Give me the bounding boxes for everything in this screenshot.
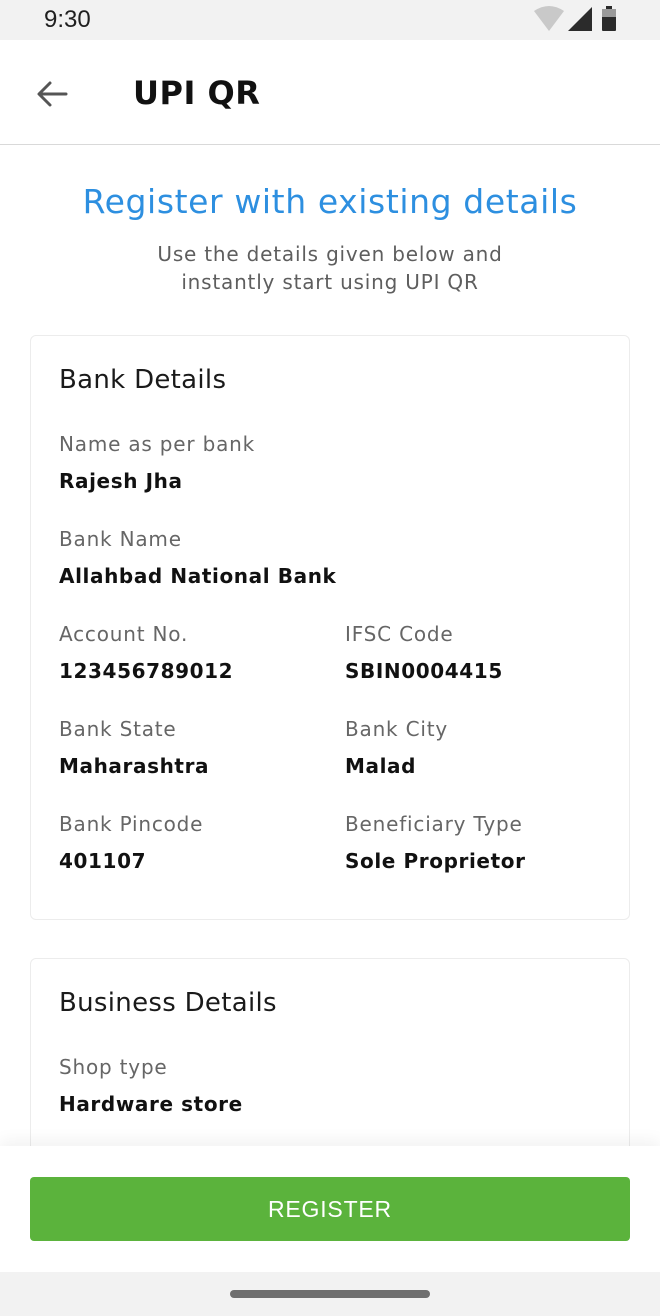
status-bar: 9:30: [0, 0, 660, 40]
business-details-title: Business Details: [59, 988, 277, 1018]
home-indicator[interactable]: [230, 1290, 430, 1298]
account-label: Account No.: [59, 622, 189, 646]
hero-subtitle: Use the details given below and instantl…: [0, 240, 660, 296]
name-label: Name as per bank: [59, 432, 255, 456]
register-button[interactable]: REGISTER: [30, 1177, 630, 1241]
page-title: UPI QR: [133, 74, 261, 112]
arrow-left-icon: [37, 81, 68, 107]
ifsc-value: SBIN0004415: [345, 659, 503, 683]
ifsc-label: IFSC Code: [345, 622, 454, 646]
bank-name-label: Bank Name: [59, 527, 182, 551]
bank-pincode-value: 401107: [59, 849, 147, 873]
beneficiary-type-value: Sole Proprietor: [345, 849, 526, 873]
app-bar: UPI QR: [0, 40, 660, 145]
hero-subtitle-line2: instantly start using UPI QR: [181, 270, 479, 294]
status-icons: [534, 5, 620, 33]
shop-type-value: Hardware store: [59, 1092, 243, 1116]
signal-icon: [568, 7, 592, 31]
shop-type-label: Shop type: [59, 1055, 168, 1079]
beneficiary-type-label: Beneficiary Type: [345, 812, 523, 836]
bottom-action-panel: REGISTER: [0, 1146, 660, 1272]
wifi-icon: [534, 6, 564, 31]
bank-state-label: Bank State: [59, 717, 177, 741]
back-button[interactable]: [30, 72, 74, 116]
hero-subtitle-line1: Use the details given below and: [157, 242, 503, 266]
status-time: 9:30: [44, 6, 91, 33]
bank-details-title: Bank Details: [59, 365, 227, 395]
system-nav-bar: [0, 1272, 660, 1316]
bank-name-value: Allahbad National Bank: [59, 564, 337, 588]
bank-city-value: Malad: [345, 754, 417, 778]
name-value: Rajesh Jha: [59, 469, 183, 493]
battery-icon: [602, 6, 616, 31]
account-value: 123456789012: [59, 659, 234, 683]
bank-details-card: Bank Details Name as per bank Rajesh Jha…: [30, 335, 630, 920]
bank-city-label: Bank City: [345, 717, 448, 741]
bank-pincode-label: Bank Pincode: [59, 812, 204, 836]
hero-title: Register with existing details: [82, 182, 578, 221]
bank-state-value: Maharashtra: [59, 754, 210, 778]
